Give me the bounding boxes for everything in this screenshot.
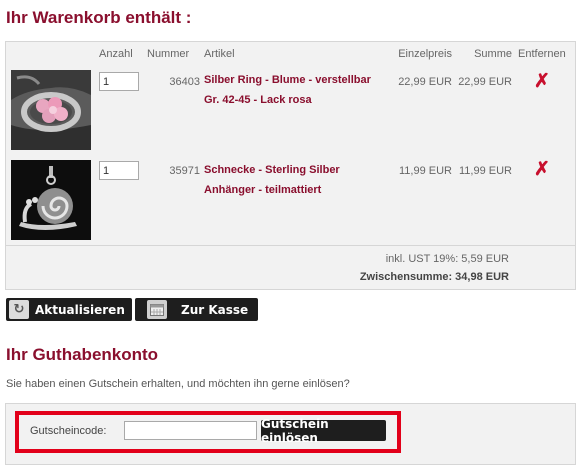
column-header-einzelpreis: Einzelpreis <box>398 48 452 60</box>
voucher-panel: Gutscheincode: Gutschein einlösen <box>5 403 576 465</box>
subtotal: Zwischensumme: 34,98 EUR <box>359 271 509 283</box>
quantity-input[interactable] <box>99 161 139 180</box>
item-name-line2[interactable]: Anhänger - teilmattiert <box>204 180 394 200</box>
voucher-code-input[interactable] <box>124 421 257 440</box>
item-name[interactable]: Silber Ring - Blume - verstellbar Gr. 42… <box>204 70 394 110</box>
item-name[interactable]: Schnecke - Sterling Silber Anhänger - te… <box>204 160 394 200</box>
item-number: 36403 <box>169 76 200 88</box>
redeem-voucher-button[interactable]: Gutschein einlösen <box>261 417 386 445</box>
column-header-nummer: Nummer <box>147 48 190 60</box>
update-button[interactable]: ↻ Aktualisieren <box>6 298 132 321</box>
item-name-line1[interactable]: Schnecke - Sterling Silber <box>204 160 394 180</box>
remove-x-icon[interactable]: ✗ <box>533 160 551 179</box>
column-header-entfernen: Entfernen <box>518 48 566 60</box>
refresh-icon: ↻ <box>9 300 29 319</box>
column-header-anzahl: Anzahl <box>99 48 133 60</box>
item-number: 35971 <box>169 165 200 177</box>
checkout-button[interactable]: Zur Kasse <box>135 298 258 321</box>
quantity-input[interactable] <box>99 72 139 91</box>
checkout-button-label: Zur Kasse <box>181 302 249 317</box>
tax-info: inkl. UST 19%: 5,59 EUR <box>385 253 509 265</box>
remove-x-icon[interactable]: ✗ <box>533 72 551 91</box>
divider <box>6 245 575 246</box>
item-unit-price: 22,99 EUR <box>398 76 452 88</box>
product-image-ring[interactable] <box>11 70 91 150</box>
voucher-code-label: Gutscheincode: <box>30 425 107 437</box>
update-button-label: Aktualisieren <box>35 302 125 317</box>
item-unit-price: 11,99 EUR <box>399 165 452 177</box>
voucher-highlight: Gutscheincode: Gutschein einlösen <box>15 411 401 453</box>
cart-title: Ihr Warenkorb enthält : <box>6 8 192 27</box>
column-header-summe: Summe <box>474 48 512 60</box>
product-image-snail[interactable] <box>11 160 91 240</box>
item-sum: 22,99 EUR <box>458 76 512 88</box>
item-sum: 11,99 EUR <box>459 165 512 177</box>
item-name-line2[interactable]: Gr. 42-45 - Lack rosa <box>204 90 394 110</box>
cart-table: Anzahl Nummer Artikel Einzelpreis Summe … <box>5 41 576 290</box>
item-name-line1[interactable]: Silber Ring - Blume - verstellbar <box>204 70 394 90</box>
calendar-icon <box>147 300 167 319</box>
voucher-info: Sie haben einen Gutschein erhalten, und … <box>6 378 350 390</box>
column-header-artikel: Artikel <box>204 48 235 60</box>
voucher-title: Ihr Guthabenkonto <box>6 345 159 364</box>
